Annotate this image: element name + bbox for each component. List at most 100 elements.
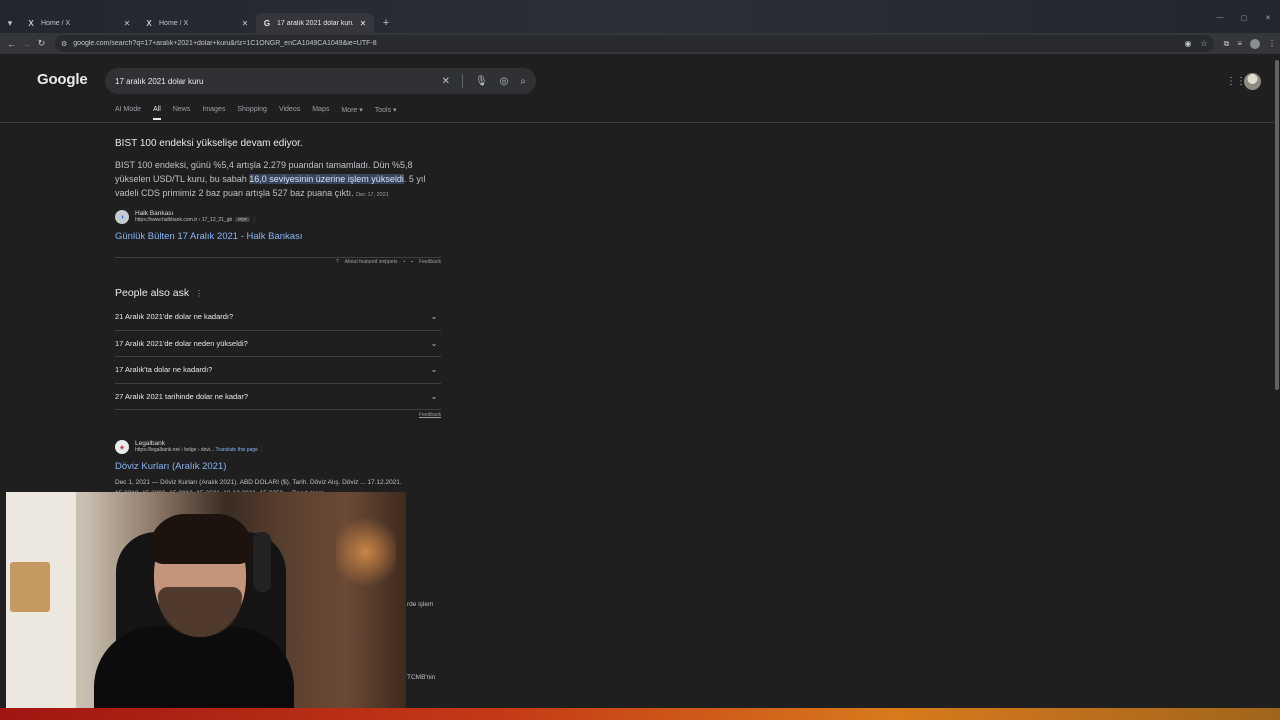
result-title-link[interactable]: Günlük Bülten 17 Aralık 2021 - Halk Bank… [115, 231, 302, 242]
source-name[interactable]: Halk Bankası [135, 210, 257, 217]
tab-home-x-2[interactable]: X Home / X ✕ [138, 13, 256, 33]
divider [461, 74, 463, 88]
help-icon: ? [335, 259, 339, 265]
search-icon[interactable]: ⌕ [520, 76, 526, 87]
window-controls: — ▢ ✕ [1208, 14, 1280, 22]
source-url[interactable]: https://www.halkbank.com.tr › 17_12_21_g… [135, 217, 257, 223]
browser-toolbar: ← → ↻ ⚙ google.com/search?q=17+aralık+20… [0, 33, 1280, 54]
about-snippets-link[interactable]: About featured snippets [345, 259, 398, 265]
people-also-ask-list: 21 Aralık 2021'de dolar ne kadardı? ⌄ 17 … [115, 304, 441, 410]
legalbank-favicon-icon: ◈ [115, 440, 129, 454]
tab-strip: ▾ X Home / X ✕ X Home / X ✕ G 17 aralık … [0, 12, 1280, 33]
chevron-down-icon[interactable]: ⌄ [427, 339, 441, 348]
reload-icon[interactable]: ↻ [34, 38, 49, 49]
tab-shopping[interactable]: Shopping [237, 106, 267, 114]
result-source[interactable]: ◈ Legalbank https://legalbank.net › belg… [115, 440, 264, 454]
halkbank-favicon-icon: ◑ [115, 210, 129, 224]
google-favicon-icon: G [263, 18, 271, 28]
close-window-icon[interactable]: ✕ [1256, 14, 1280, 22]
tab-all[interactable]: All [153, 106, 161, 120]
extensions-icon[interactable]: ⧉ [1224, 39, 1230, 49]
chevron-down-icon[interactable]: ⌄ [427, 312, 441, 321]
feedback-icon: ▪ [411, 259, 414, 265]
lens-icon[interactable]: ◎ [500, 76, 509, 87]
tab-more[interactable]: More ▾ [341, 106, 362, 114]
tab-title: Home / X [159, 19, 189, 27]
x-logo-icon: X [146, 18, 152, 28]
result-title-link[interactable]: Döviz Kurları (Aralık 2021) [115, 461, 226, 472]
webcam-lamp [336, 512, 396, 592]
minimize-icon[interactable]: — [1208, 14, 1232, 22]
avatar[interactable] [1244, 73, 1261, 90]
list-item[interactable]: 27 Aralık 2021 tarihinde dolar ne kadar?… [115, 384, 441, 411]
list-item[interactable]: 17 Aralık'ta dolar ne kadardı? ⌄ [115, 357, 441, 384]
tab-tools[interactable]: Tools ▾ [375, 106, 397, 114]
scrollbar[interactable] [1274, 54, 1280, 720]
chevron-down-icon[interactable]: ⌄ [427, 392, 441, 401]
location-icon[interactable]: ◉ [1184, 39, 1191, 48]
tab-images[interactable]: Images [202, 106, 225, 114]
tab-news[interactable]: News [173, 106, 191, 114]
search-box[interactable]: 17 aralık 2021 dolar kuru ✕ 🎙 ◎ ⌕ [105, 68, 536, 94]
partial-text: TCMB'nin [407, 674, 436, 681]
question-text[interactable]: 27 Aralık 2021 tarihinde dolar ne kadar? [115, 392, 248, 401]
snippet-body: BIST 100 endeksi, günü %5,4 artışla 2.27… [115, 158, 445, 202]
url-text[interactable]: google.com/search?q=17+aralık+2021+dolar… [73, 40, 1178, 47]
address-bar[interactable]: ⚙ google.com/search?q=17+aralık+2021+dol… [55, 35, 1214, 52]
tab-ai-mode[interactable]: AI Mode [115, 106, 141, 114]
site-info-icon[interactable]: ⚙ [61, 40, 67, 48]
source-url[interactable]: https://legalbank.net › belge › dovi... … [135, 447, 264, 453]
tab-search-button[interactable]: ▾ [0, 13, 20, 33]
new-tab-button[interactable]: + [378, 17, 394, 29]
more-options-icon[interactable]: ⋮ [195, 289, 203, 298]
question-text[interactable]: 17 Aralık 2021'de dolar neden yükseldi? [115, 339, 248, 348]
taskbar-strip [0, 708, 1280, 720]
pdf-badge: PDF [235, 217, 251, 222]
source-url-text[interactable]: https://legalbank.net › belge › dovi... [135, 447, 214, 453]
menu-dots-icon[interactable]: ⋮ [1268, 39, 1276, 48]
extension-area: ⧉ ≡ ⋮ [1224, 38, 1276, 49]
source-name[interactable]: Legalbank [135, 440, 264, 447]
snippet-source[interactable]: ◑ Halk Bankası https://www.halkbank.com.… [115, 210, 257, 224]
x-logo-icon: X [28, 18, 34, 28]
tab-videos[interactable]: Videos [279, 106, 300, 114]
more-options-icon[interactable]: ⋮ [252, 217, 257, 223]
microphone-icon[interactable]: 🎙 [475, 76, 488, 87]
question-text[interactable]: 17 Aralık'ta dolar ne kadardı? [115, 365, 212, 374]
clear-icon[interactable]: ✕ [442, 76, 450, 87]
dot-separator: • [403, 259, 406, 265]
feedback-link[interactable]: Feedback [419, 259, 441, 265]
paa-feedback-link[interactable]: Feedback [115, 409, 441, 418]
back-icon[interactable]: ← [4, 39, 19, 49]
paa-heading: People also ask [115, 287, 190, 299]
close-icon[interactable]: ✕ [122, 19, 132, 28]
forward-icon[interactable]: → [19, 39, 34, 49]
translate-link[interactable]: Translate this page [216, 447, 258, 453]
search-input[interactable]: 17 aralık 2021 dolar kuru [115, 77, 442, 86]
snippet-date: Dec 17, 2021 [356, 192, 389, 198]
profile-avatar[interactable] [1250, 38, 1260, 49]
google-logo[interactable]: Google [37, 71, 88, 88]
scrollbar-thumb[interactable] [1275, 60, 1279, 390]
list-item[interactable]: 17 Aralık 2021'de dolar neden yükseldi? ⌄ [115, 331, 441, 357]
more-options-icon[interactable]: ⋮ [259, 447, 264, 453]
bookmark-star-icon[interactable]: ☆ [1200, 39, 1207, 48]
apps-grid-icon[interactable]: ⋮⋮ [1226, 76, 1246, 87]
tab-title: 17 aralık 2021 dolar kuru - Goo [277, 19, 353, 27]
close-icon[interactable]: ✕ [358, 19, 368, 28]
media-icon[interactable]: ≡ [1237, 39, 1242, 48]
description-line: Dec 1, 2021 — Döviz Kurları (Aralık 2021… [115, 479, 402, 486]
featured-snippet: BIST 100 endeksi yükselişe devam ediyor.… [115, 138, 445, 202]
divider [0, 122, 1274, 123]
search-tabs: AI Mode All News Images Shopping Videos … [115, 106, 397, 120]
tab-home-x-1[interactable]: X Home / X ✕ [20, 13, 138, 33]
question-text[interactable]: 21 Aralık 2021'de dolar ne kadardı? [115, 312, 233, 321]
list-item[interactable]: 21 Aralık 2021'de dolar ne kadardı? ⌄ [115, 304, 441, 331]
chevron-down-icon[interactable]: ⌄ [427, 365, 441, 374]
webcam-overlay [6, 492, 406, 714]
maximize-icon[interactable]: ▢ [1232, 14, 1256, 22]
source-url-text[interactable]: https://www.halkbank.com.tr › 17_12_21_g… [135, 217, 232, 223]
tab-maps[interactable]: Maps [312, 106, 329, 114]
tab-google-search[interactable]: G 17 aralık 2021 dolar kuru - Goo ✕ [256, 13, 374, 33]
close-icon[interactable]: ✕ [240, 19, 250, 28]
